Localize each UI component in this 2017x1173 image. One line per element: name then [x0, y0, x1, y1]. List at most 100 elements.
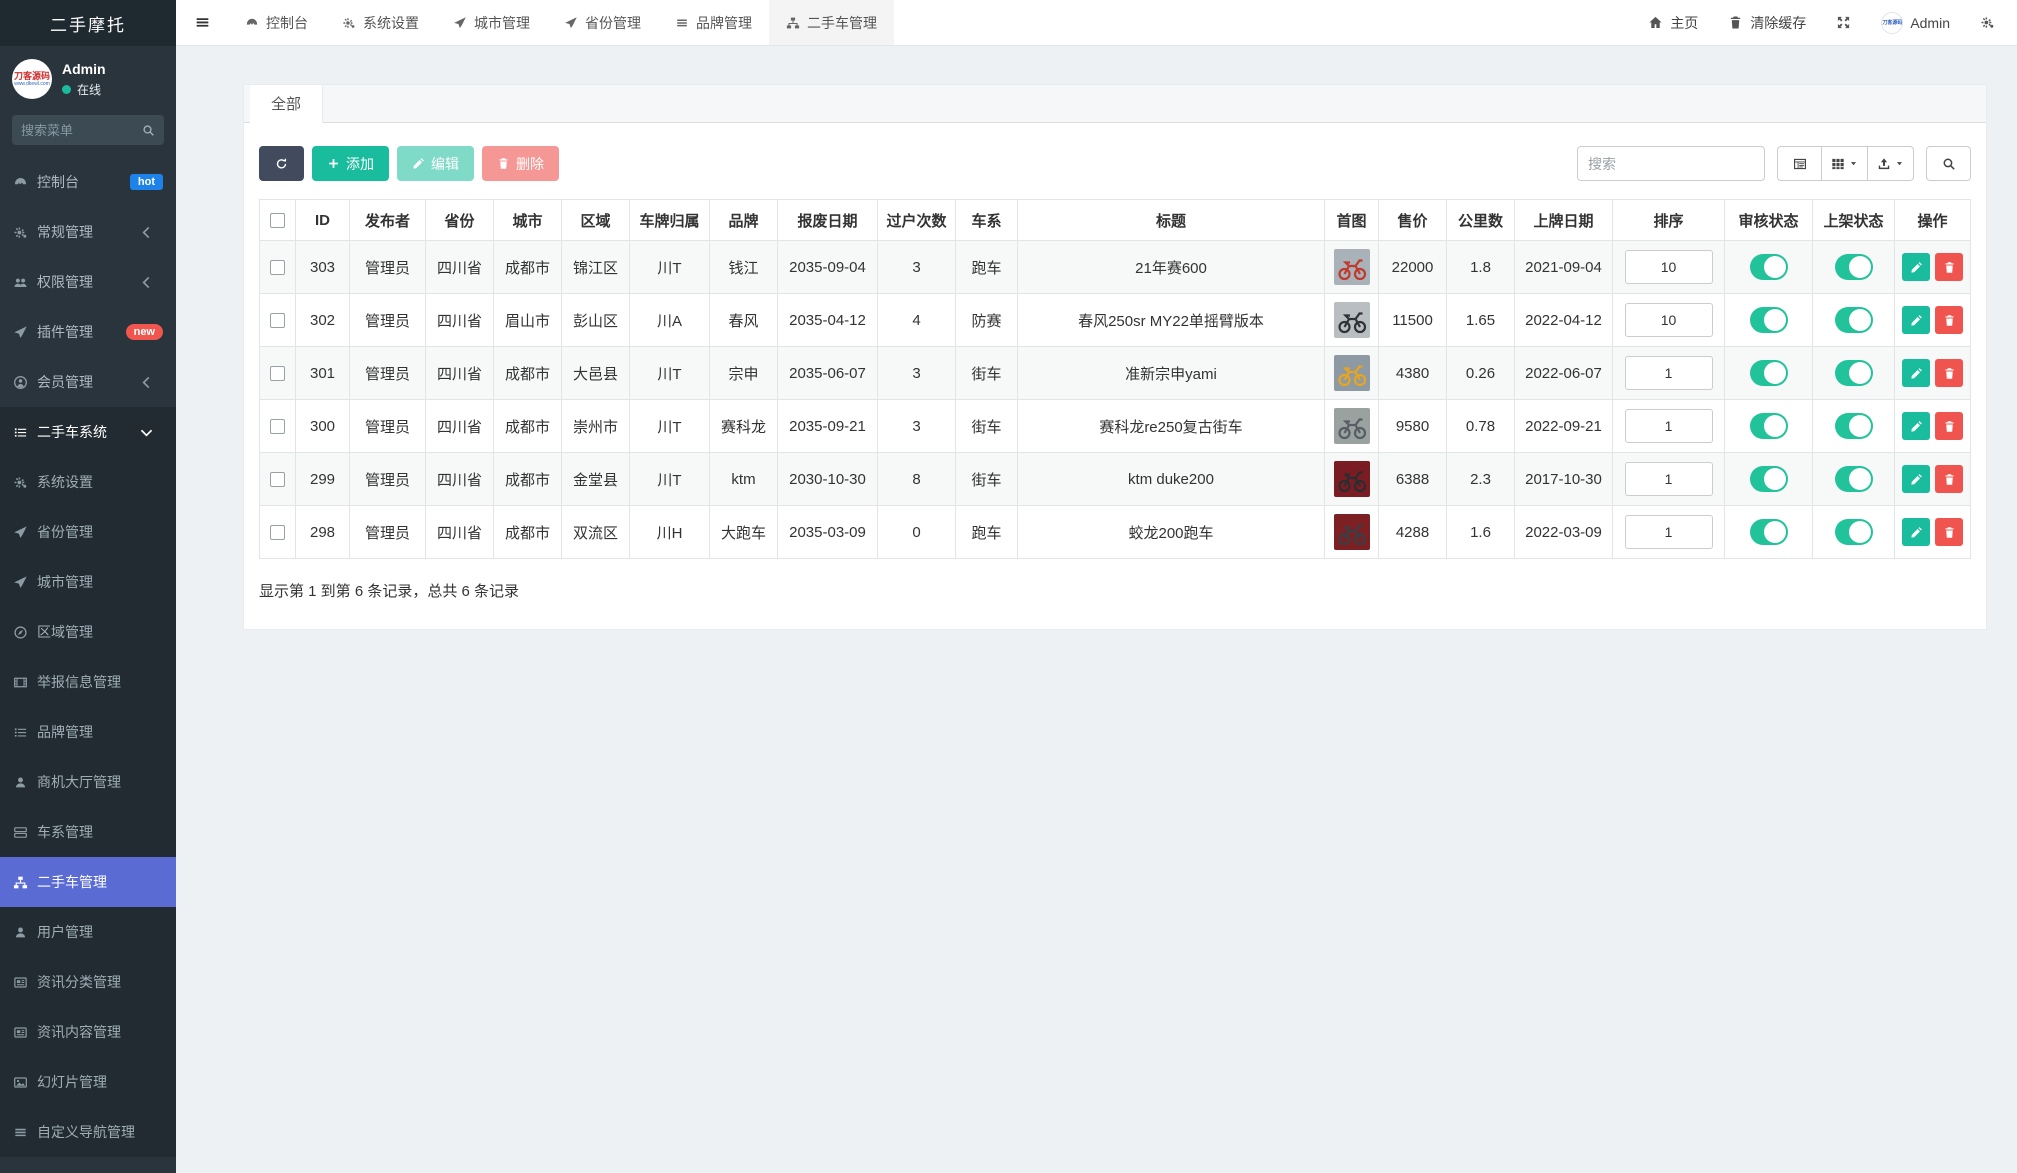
cell-plate: 川H: [630, 506, 710, 559]
row-edit-button[interactable]: [1902, 306, 1930, 334]
detail-view-button[interactable]: [1777, 146, 1822, 181]
sidebar-search-input[interactable]: [21, 123, 142, 138]
row-checkbox[interactable]: [270, 419, 285, 434]
row-checkbox[interactable]: [270, 525, 285, 540]
listing-status-toggle[interactable]: [1835, 307, 1873, 333]
listing-status-toggle[interactable]: [1835, 466, 1873, 492]
topnav-tab[interactable]: 二手车管理: [769, 0, 894, 45]
avatar[interactable]: 刀客源码 www.dkewl.com: [12, 59, 52, 99]
audit-status-toggle[interactable]: [1750, 360, 1788, 386]
sort-input[interactable]: [1625, 515, 1713, 549]
cell-scrap-date: 2035-06-07: [778, 347, 878, 400]
sidebar-item[interactable]: 区域管理: [0, 607, 176, 657]
row-checkbox[interactable]: [270, 472, 285, 487]
audit-status-toggle[interactable]: [1750, 519, 1788, 545]
cell-reg-date: 2022-09-21: [1515, 400, 1613, 453]
row-checkbox[interactable]: [270, 366, 285, 381]
fullscreen-button[interactable]: [1836, 15, 1851, 30]
admin-menu[interactable]: 刀客源码 Admin: [1881, 12, 1950, 34]
topnav-tab[interactable]: 系统设置: [325, 0, 436, 45]
sidebar-item[interactable]: 资讯内容管理: [0, 1007, 176, 1057]
sort-input[interactable]: [1625, 250, 1713, 284]
sidebar-item[interactable]: 控制台hot: [0, 157, 176, 207]
sidebar-item-label: 插件管理: [37, 322, 93, 342]
select-all-checkbox[interactable]: [270, 213, 285, 228]
cell-series: 街车: [956, 347, 1018, 400]
sidebar-item[interactable]: 自定义导航管理: [0, 1107, 176, 1157]
sort-input[interactable]: [1625, 462, 1713, 496]
row-delete-button[interactable]: [1935, 359, 1963, 387]
row-edit-button[interactable]: [1902, 359, 1930, 387]
sidebar-item[interactable]: 会员管理: [0, 357, 176, 407]
audit-status-toggle[interactable]: [1750, 307, 1788, 333]
row-delete-button[interactable]: [1935, 518, 1963, 546]
cell-district: 彭山区: [562, 294, 630, 347]
user-icon: [13, 775, 28, 790]
sort-input[interactable]: [1625, 356, 1713, 390]
columns-button[interactable]: [1821, 146, 1868, 181]
row-edit-button[interactable]: [1902, 518, 1930, 546]
row-delete-button[interactable]: [1935, 306, 1963, 334]
row-edit-button[interactable]: [1902, 412, 1930, 440]
sidebar-item[interactable]: 城市管理: [0, 557, 176, 607]
topnav-tab[interactable]: 控制台: [228, 0, 325, 45]
row-delete-button[interactable]: [1935, 465, 1963, 493]
audit-status-toggle[interactable]: [1750, 254, 1788, 280]
pencil-icon: [412, 157, 425, 170]
row-delete-button[interactable]: [1935, 253, 1963, 281]
column-header: 上牌日期: [1515, 200, 1613, 241]
sidebar-item[interactable]: 品牌管理: [0, 707, 176, 757]
home-icon: [1648, 15, 1663, 30]
sidebar-item[interactable]: 幻灯片管理: [0, 1057, 176, 1107]
settings-button[interactable]: [1980, 15, 1995, 30]
sidebar-toggle-button[interactable]: [176, 0, 228, 45]
column-header: 售价: [1379, 200, 1447, 241]
image-icon: [13, 1075, 28, 1090]
cell-brand: 钱江: [710, 241, 778, 294]
sidebar-item[interactable]: 资讯分类管理: [0, 957, 176, 1007]
search-button[interactable]: [1926, 146, 1971, 181]
main-area: 控制台系统设置城市管理省份管理品牌管理二手车管理 主页 清除缓存 刀客源码 Ad…: [176, 0, 2017, 1173]
export-button[interactable]: [1867, 146, 1914, 181]
tab-all[interactable]: 全部: [250, 85, 323, 123]
row-edit-button[interactable]: [1902, 253, 1930, 281]
listing-status-toggle[interactable]: [1835, 254, 1873, 280]
audit-status-toggle[interactable]: [1750, 466, 1788, 492]
sidebar-item[interactable]: 举报信息管理: [0, 657, 176, 707]
sidebar-item[interactable]: 车系管理: [0, 807, 176, 857]
topnav-tab[interactable]: 品牌管理: [658, 0, 769, 45]
pencil-icon: [1910, 420, 1923, 433]
edit-button[interactable]: 编辑: [397, 146, 474, 181]
topnav-tab[interactable]: 城市管理: [436, 0, 547, 45]
cell-brand: 大跑车: [710, 506, 778, 559]
table-search-input[interactable]: [1577, 146, 1765, 181]
sidebar-item[interactable]: 用户管理: [0, 907, 176, 957]
home-link[interactable]: 主页: [1648, 13, 1698, 33]
row-checkbox[interactable]: [270, 313, 285, 328]
sidebar-item[interactable]: 权限管理: [0, 257, 176, 307]
sort-input[interactable]: [1625, 409, 1713, 443]
clear-cache-link[interactable]: 清除缓存: [1728, 13, 1806, 33]
cell-id: 302: [296, 294, 350, 347]
listing-status-toggle[interactable]: [1835, 413, 1873, 439]
sidebar-item[interactable]: 商机大厅管理: [0, 757, 176, 807]
row-delete-button[interactable]: [1935, 412, 1963, 440]
sidebar-item[interactable]: 常规管理: [0, 207, 176, 257]
sidebar-item[interactable]: 省份管理: [0, 507, 176, 557]
refresh-button[interactable]: [259, 146, 304, 181]
sidebar-item[interactable]: 插件管理new: [0, 307, 176, 357]
listing-status-toggle[interactable]: [1835, 360, 1873, 386]
sidebar-item[interactable]: 系统设置: [0, 457, 176, 507]
topnav-tab[interactable]: 省份管理: [547, 0, 658, 45]
sidebar-item[interactable]: 二手车管理: [0, 857, 176, 907]
audit-status-toggle[interactable]: [1750, 413, 1788, 439]
cell-province: 四川省: [426, 453, 494, 506]
row-checkbox[interactable]: [270, 260, 285, 275]
sort-input[interactable]: [1625, 303, 1713, 337]
sidebar-item[interactable]: 二手车系统: [0, 407, 176, 457]
add-button[interactable]: 添加: [312, 146, 389, 181]
row-edit-button[interactable]: [1902, 465, 1930, 493]
delete-button[interactable]: 删除: [482, 146, 559, 181]
table-row: 298管理员四川省成都市双流区川H大跑车2035-03-090跑车蛟龙200跑车…: [260, 506, 1971, 559]
listing-status-toggle[interactable]: [1835, 519, 1873, 545]
